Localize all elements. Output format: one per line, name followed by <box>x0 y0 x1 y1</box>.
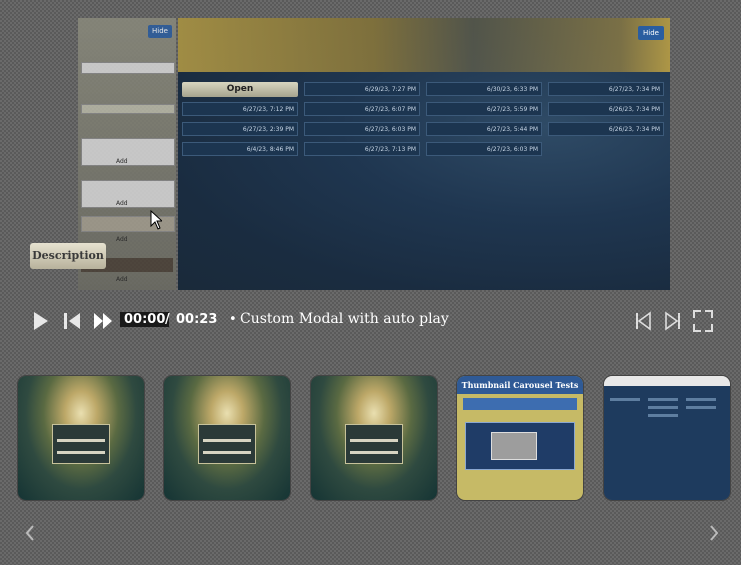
thumbnail-dialog <box>52 424 110 464</box>
fast-forward-icon[interactable] <box>92 305 114 337</box>
thumbnail-bar <box>203 451 251 454</box>
play-icon[interactable] <box>32 305 50 337</box>
hide-button[interactable]: Hide <box>638 26 664 40</box>
session-tile[interactable]: 6/27/23, 5:44 PM <box>426 122 542 136</box>
session-tile[interactable]: 6/26/23, 7:34 PM <box>548 122 664 136</box>
add-button[interactable]: Add <box>116 236 128 243</box>
next-icon[interactable] <box>664 305 682 337</box>
edit-box[interactable] <box>81 138 175 166</box>
main-panel: Hide Open 6/29/23, 7:27 PM 6/30/23, 6:33… <box>178 18 670 290</box>
thumbnail[interactable]: Thumbnail Carousel Tests <box>457 376 583 500</box>
thumbnail-heading: Thumbnail Carousel Tests <box>457 376 583 394</box>
session-tile[interactable]: 6/29/23, 7:27 PM <box>304 82 420 96</box>
thumbnail-subheading <box>463 398 577 410</box>
session-tile[interactable]: 6/26/23, 7:34 PM <box>548 102 664 116</box>
thumbnail-row <box>648 398 678 401</box>
search-field[interactable] <box>81 62 175 74</box>
duration: 00:23 <box>176 312 218 327</box>
thumbnail-row <box>686 398 716 401</box>
session-tile[interactable]: 6/4/23, 8:46 PM <box>182 142 298 156</box>
thumbnail-image <box>491 432 537 460</box>
mouse-cursor-icon <box>150 210 162 230</box>
session-tile[interactable]: 6/27/23, 6:03 PM <box>304 122 420 136</box>
session-tile[interactable]: 6/27/23, 2:39 PM <box>182 122 298 136</box>
player-controls: 00:00 / 00:23 • Custom Modal with auto p… <box>0 305 741 337</box>
thumbnail-bar <box>350 451 398 454</box>
thumbnail[interactable] <box>18 376 144 500</box>
thumbnail-dialog <box>198 424 256 464</box>
thumbnail-row <box>648 406 678 409</box>
current-time: 00:00 <box>120 312 170 327</box>
hide-button[interactable]: Hide <box>148 25 172 38</box>
session-tile[interactable]: 6/27/23, 6:03 PM <box>426 142 542 156</box>
rewind-icon[interactable] <box>62 305 82 337</box>
thumbnail-row <box>686 406 716 409</box>
session-tile[interactable]: 6/27/23, 6:07 PM <box>304 102 420 116</box>
panel-section <box>81 104 175 114</box>
thumbnail[interactable] <box>604 376 730 500</box>
chevron-left-icon[interactable] <box>24 523 36 543</box>
chevron-right-icon[interactable] <box>708 523 720 543</box>
video-preview[interactable]: Hide Add Add Add Add Hide Open 6/29/23, … <box>78 18 670 290</box>
title-bullet: • <box>229 312 237 327</box>
thumbnail-bar <box>203 439 251 442</box>
thumbnail-bar <box>57 451 105 454</box>
thumbnail-row <box>610 398 640 401</box>
session-tile[interactable]: 6/30/23, 6:33 PM <box>426 82 542 96</box>
session-tile[interactable]: 6/27/23, 5:59 PM <box>426 102 542 116</box>
session-tile[interactable]: 6/27/23, 7:34 PM <box>548 82 664 96</box>
edit-box[interactable] <box>81 180 175 208</box>
add-button[interactable]: Add <box>116 158 128 165</box>
thumbnail-dialog <box>345 424 403 464</box>
fullscreen-icon[interactable] <box>692 305 714 337</box>
session-tile[interactable]: 6/27/23, 7:13 PM <box>304 142 420 156</box>
session-tile[interactable]: 6/27/23, 7:12 PM <box>182 102 298 116</box>
media-title: Custom Modal with auto play <box>240 311 449 327</box>
thumbnail[interactable] <box>164 376 290 500</box>
thumbnail-row <box>648 414 678 417</box>
thumbnail-bar <box>350 439 398 442</box>
thumbnail[interactable] <box>311 376 437 500</box>
add-button[interactable]: Add <box>116 200 128 207</box>
description-button[interactable]: Description <box>30 243 106 269</box>
panel-header <box>178 18 670 72</box>
add-button[interactable]: Add <box>116 276 128 283</box>
previous-icon[interactable] <box>634 305 652 337</box>
open-button[interactable]: Open <box>182 82 298 97</box>
thumbnail-bar <box>57 439 105 442</box>
time-separator: / <box>165 312 170 327</box>
